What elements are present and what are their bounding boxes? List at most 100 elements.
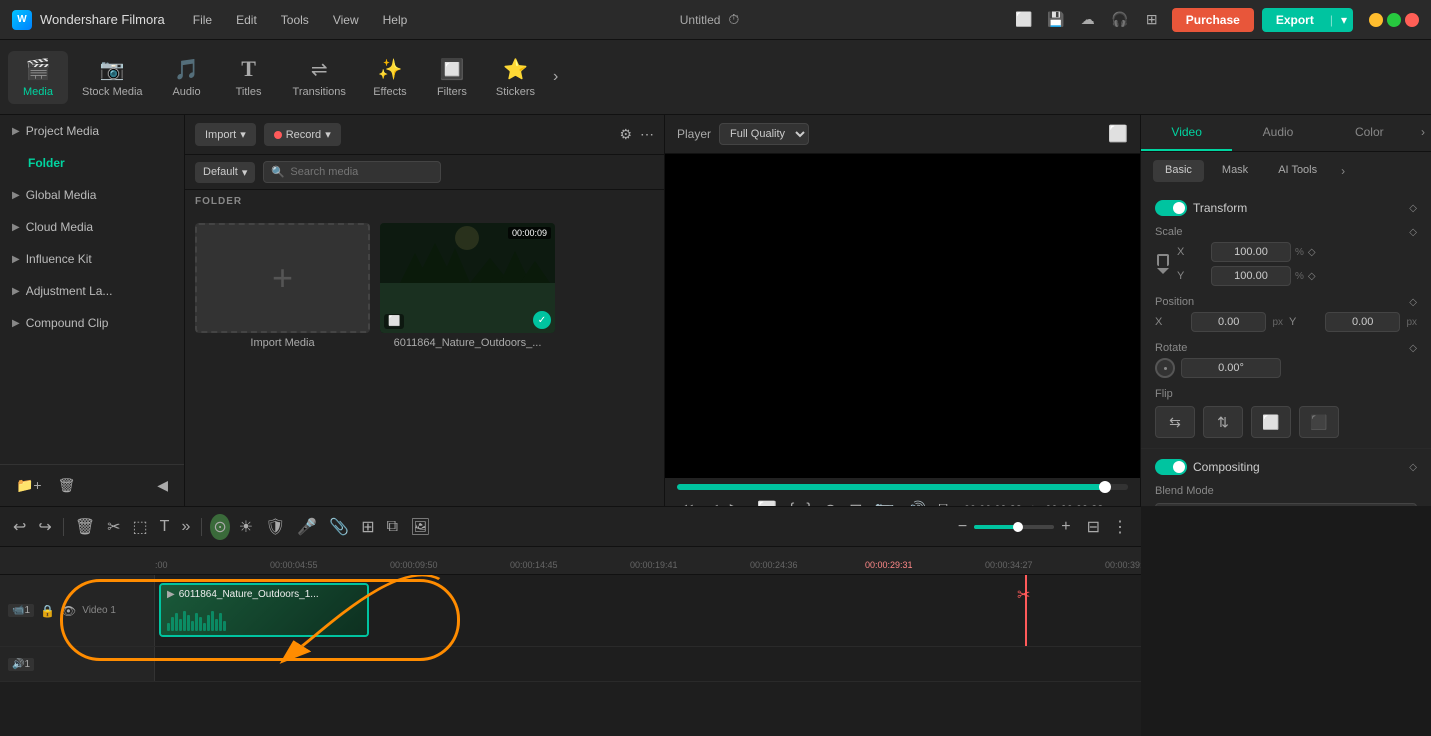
tl-img-button[interactable]: 🖼 (407, 514, 433, 540)
tl-grid-button[interactable]: ⊟ (1084, 514, 1103, 540)
flip-both-button[interactable]: ⬜ (1251, 406, 1291, 438)
tl-clip-button[interactable]: 📎 (326, 514, 352, 540)
track-visible-icon[interactable]: 👁 (61, 604, 76, 618)
transform-toggle[interactable] (1155, 200, 1187, 216)
sidebar-item-influence-kit[interactable]: ▶ Influence Kit (0, 243, 184, 275)
record-button[interactable]: Record ▾ (264, 123, 341, 146)
compositing-toggle[interactable] (1155, 459, 1187, 475)
flip-v-button[interactable]: ⇅ (1203, 406, 1243, 438)
tool-audio[interactable]: 🎵 Audio (157, 51, 217, 104)
tab-color[interactable]: Color (1324, 115, 1415, 151)
pos-x-value[interactable]: 0.00 (1191, 312, 1266, 332)
panel-tabs-more[interactable]: › (1415, 115, 1431, 151)
blend-mode-select[interactable]: Normal Dissolve Multiply Screen Overlay (1155, 503, 1417, 506)
tl-mic-button[interactable]: 🎤 (294, 514, 320, 540)
filter-icon[interactable]: ⚙ (619, 126, 632, 143)
tl-shield-button[interactable]: 🛡 (262, 514, 288, 540)
tl-overlay-button[interactable]: ⊞ (358, 514, 377, 540)
nature-media-item[interactable]: 00:00:09 ✓ ⬜ 6011864_Nature_Outdoors_... (380, 223, 555, 496)
tool-transitions[interactable]: ⇌ Transitions (281, 51, 358, 104)
tl-text-button[interactable]: T (157, 515, 173, 539)
headphone-icon[interactable]: 🎧 (1108, 8, 1132, 32)
toolbar-more-icon[interactable]: › (549, 64, 562, 90)
scale-diamond[interactable]: ◇ (1409, 227, 1417, 238)
quality-select[interactable]: Full Quality 1/2 Quality 1/4 Quality (719, 123, 809, 145)
tool-titles[interactable]: T Titles (219, 50, 279, 104)
zoom-slider[interactable] (974, 525, 1054, 529)
tab-audio[interactable]: Audio (1232, 115, 1323, 151)
tool-filters[interactable]: 🔲 Filters (422, 51, 482, 104)
sidebar-item-project-media[interactable]: ▶ Project Media (0, 115, 184, 147)
export-button[interactable]: Export (1262, 8, 1328, 32)
layout-icon[interactable]: ⬜ (1012, 8, 1036, 32)
ruler-mark-4: 00:00:19:41 (630, 560, 678, 570)
default-button[interactable]: Default ▾ (195, 162, 255, 183)
progress-bar[interactable] (677, 484, 1128, 490)
zoom-in-button[interactable]: + (1058, 515, 1073, 539)
collapse-sidebar-icon[interactable]: ◀ (153, 473, 172, 498)
tool-effects[interactable]: ✨ Effects (360, 51, 420, 104)
tl-undo-button[interactable]: ↩ (10, 514, 29, 540)
scale-y-value[interactable]: 100.00 (1211, 266, 1291, 286)
subtab-basic[interactable]: Basic (1153, 160, 1204, 182)
tool-stock[interactable]: 📷 Stock Media (70, 51, 155, 104)
menu-file[interactable]: File (185, 9, 220, 31)
delete-icon[interactable]: 🗑 (54, 473, 80, 498)
rotate-diamond[interactable]: ◇ (1409, 343, 1417, 354)
tl-more-button[interactable]: » (178, 515, 193, 539)
compositing-diamond[interactable]: ◇ (1409, 462, 1417, 473)
subtab-mask[interactable]: Mask (1210, 160, 1260, 182)
sidebar-item-compound-clip[interactable]: ▶ Compound Clip (0, 307, 184, 339)
pos-y-value[interactable]: 0.00 (1325, 312, 1400, 332)
track-lock-icon[interactable]: 🔒 (40, 604, 55, 618)
maximize-button[interactable] (1387, 13, 1401, 27)
tool-stickers[interactable]: ⭐ Stickers (484, 51, 547, 104)
clip-nature[interactable]: ▶ 6011864_Nature_Outdoors_1... (159, 583, 369, 637)
tl-crop-button[interactable]: ⬚ (130, 514, 151, 540)
export-dropdown-arrow[interactable]: ▾ (1335, 13, 1353, 27)
tl-redo-button[interactable]: ↪ (35, 514, 54, 540)
menu-edit[interactable]: Edit (228, 9, 265, 31)
sidebar-item-adjustment-layer[interactable]: ▶ Adjustment La... (0, 275, 184, 307)
minimize-button[interactable] (1369, 13, 1383, 27)
scale-x-value[interactable]: 100.00 (1211, 242, 1291, 262)
grid-icon[interactable]: ⊞ (1140, 8, 1164, 32)
preview-expand-icon[interactable]: ⬜ (1108, 124, 1128, 144)
sidebar-item-cloud-media[interactable]: ▶ Cloud Media (0, 211, 184, 243)
scale-y-diamond[interactable]: ◇ (1308, 271, 1316, 282)
tab-video[interactable]: Video (1141, 115, 1232, 151)
zoom-out-button[interactable]: − (955, 515, 970, 539)
tl-expand-button[interactable]: ⋮ (1109, 514, 1131, 540)
scale-x-diamond[interactable]: ◇ (1308, 247, 1316, 258)
tl-magnet-button[interactable]: ⊙ (210, 514, 229, 540)
add-folder-icon[interactable]: 📁+ (12, 473, 46, 498)
cloud-icon[interactable]: ☁ (1076, 8, 1100, 32)
flip-h-button[interactable]: ⇆ (1155, 406, 1195, 438)
more-icon[interactable]: ⋯ (640, 126, 654, 143)
tl-pip-button[interactable]: ⧉ (384, 515, 401, 539)
project-media-arrow: ▶ (12, 126, 20, 137)
menu-tools[interactable]: Tools (273, 9, 317, 31)
close-button[interactable] (1405, 13, 1419, 27)
toolbar: 🎬 Media 📷 Stock Media 🎵 Audio T Titles ⇌… (0, 40, 1431, 115)
flip-reset-button[interactable]: ⬛ (1299, 406, 1339, 438)
tl-cut-button[interactable]: ✂ (104, 514, 123, 540)
transform-diamond[interactable]: ◇ (1409, 203, 1417, 214)
subtabs-more[interactable]: › (1335, 160, 1351, 182)
menu-view[interactable]: View (325, 9, 367, 31)
purchase-button[interactable]: Purchase (1172, 8, 1254, 32)
position-diamond[interactable]: ◇ (1409, 297, 1417, 308)
sidebar-item-folder[interactable]: Folder (0, 147, 184, 179)
search-input[interactable] (263, 161, 441, 183)
rotate-value[interactable]: 0.00° (1181, 358, 1281, 378)
tool-media[interactable]: 🎬 Media (8, 51, 68, 104)
sidebar-item-global-media[interactable]: ▶ Global Media (0, 179, 184, 211)
tl-sun-button[interactable]: ☀ (236, 514, 256, 540)
tl-delete-button[interactable]: 🗑 (72, 514, 98, 540)
rotate-dial[interactable] (1155, 358, 1175, 378)
import-media-item[interactable]: + Import Media (195, 223, 370, 496)
save-icon[interactable]: 💾 (1044, 8, 1068, 32)
menu-help[interactable]: Help (375, 9, 416, 31)
subtab-ai-tools[interactable]: AI Tools (1266, 160, 1329, 182)
import-button[interactable]: Import ▾ (195, 123, 256, 146)
